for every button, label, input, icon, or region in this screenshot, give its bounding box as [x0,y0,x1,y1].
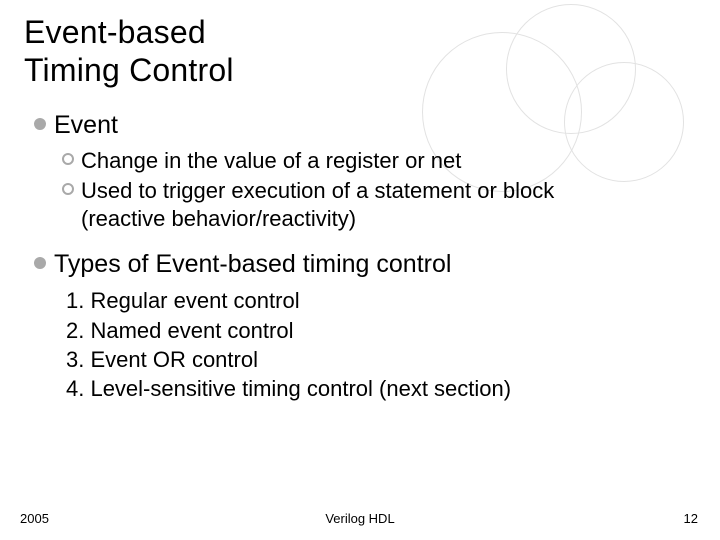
bullet-level2: Used to trigger execution of a statement… [62,177,696,233]
bullet-dot-icon [34,118,46,130]
bullet-ring-icon [62,183,74,195]
section1-item: Change in the value of a register or net [81,147,461,175]
bullet-ring-icon [62,153,74,165]
list-item: 1. Regular event control [66,286,696,315]
bullet-level1: Types of Event-based timing control [34,249,696,280]
footer-course: Verilog HDL [325,511,394,526]
slide-title: Event-based Timing Control [24,14,696,90]
bullet-level2: Change in the value of a register or net [62,147,696,175]
section1-item: Used to trigger execution of a statement… [81,177,641,233]
list-item: 2. Named event control [66,316,696,345]
footer-page-number: 12 [684,511,698,526]
section2-heading: Types of Event-based timing control [54,249,451,280]
title-line-1: Event-based [24,14,206,50]
footer-year: 2005 [20,511,49,526]
section1-sublist: Change in the value of a register or net… [62,147,696,233]
list-item: 3. Event OR control [66,345,696,374]
bullet-level1: Event [34,110,696,141]
section1-heading: Event [54,110,118,141]
slide-content: Event-based Timing Control Event Change … [0,0,720,403]
slide-footer: 2005 Verilog HDL 12 [0,511,720,526]
section2-numbered-list: 1. Regular event control 2. Named event … [66,286,696,402]
title-line-2: Timing Control [24,52,234,88]
bullet-dot-icon [34,257,46,269]
list-item: 4. Level-sensitive timing control (next … [66,374,696,403]
